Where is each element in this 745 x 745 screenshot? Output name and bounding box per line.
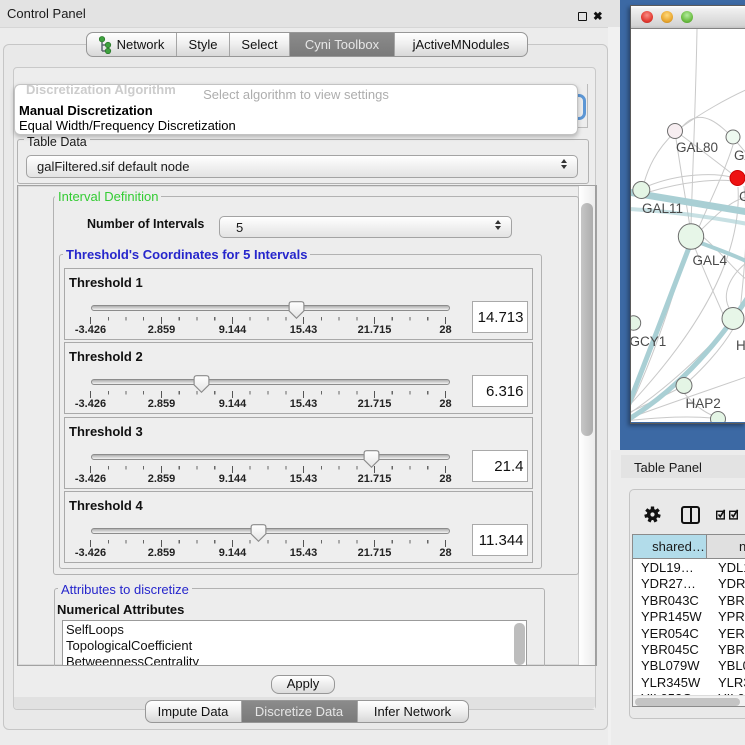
svg-text:GAL4: GAL4	[693, 253, 728, 268]
svg-text:GA: GA	[734, 148, 745, 163]
svg-text:C: C	[739, 189, 745, 204]
svg-text:GAL80: GAL80	[676, 140, 718, 155]
svg-text:H: H	[736, 338, 745, 353]
svg-text:GCY1: GCY1	[631, 334, 666, 349]
svg-text:GAL11: GAL11	[642, 201, 683, 216]
svg-text:HAP2: HAP2	[686, 396, 721, 411]
